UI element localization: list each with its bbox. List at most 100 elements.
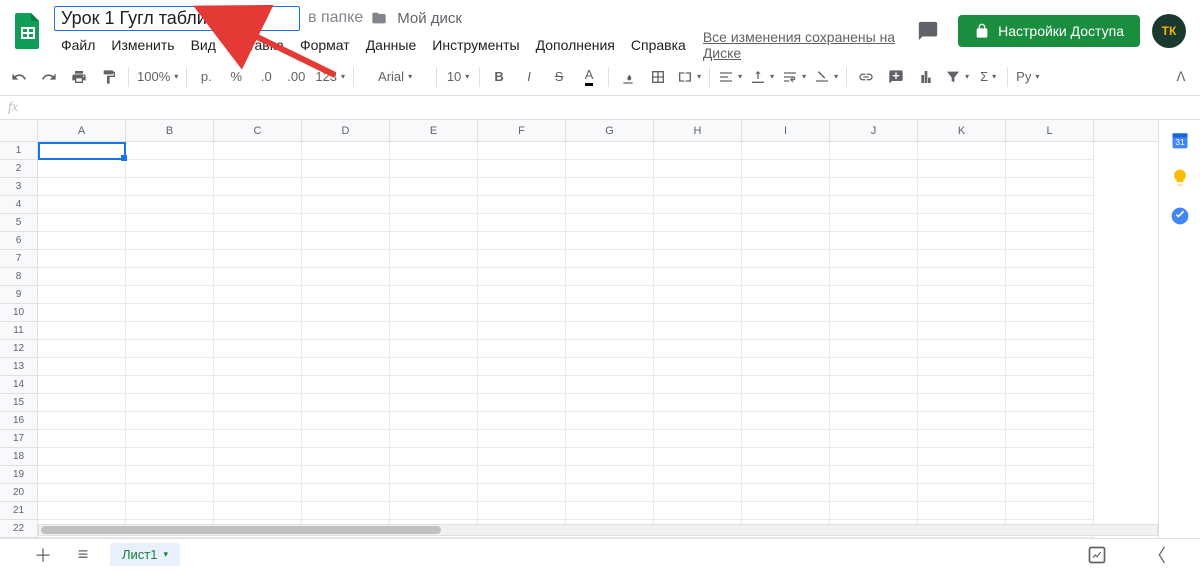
cell[interactable] xyxy=(1006,412,1094,430)
cell[interactable] xyxy=(830,322,918,340)
cell[interactable] xyxy=(302,358,390,376)
cell[interactable] xyxy=(478,412,566,430)
cell[interactable] xyxy=(126,448,214,466)
cell[interactable] xyxy=(214,286,302,304)
cell[interactable] xyxy=(742,232,830,250)
cell[interactable] xyxy=(302,232,390,250)
menu-view[interactable]: Вид xyxy=(184,35,223,55)
cell[interactable] xyxy=(390,268,478,286)
cell[interactable] xyxy=(390,394,478,412)
cell[interactable] xyxy=(126,196,214,214)
cell[interactable] xyxy=(566,160,654,178)
cell[interactable] xyxy=(918,142,1006,160)
cell[interactable] xyxy=(830,268,918,286)
cell[interactable] xyxy=(742,214,830,232)
cell[interactable] xyxy=(390,412,478,430)
row-header[interactable]: 18 xyxy=(0,448,38,466)
cell[interactable] xyxy=(830,340,918,358)
cell[interactable] xyxy=(214,376,302,394)
cell[interactable] xyxy=(126,160,214,178)
cell[interactable] xyxy=(742,160,830,178)
cell[interactable] xyxy=(214,178,302,196)
cell[interactable] xyxy=(478,178,566,196)
row-header[interactable]: 3 xyxy=(0,178,38,196)
cell[interactable] xyxy=(38,448,126,466)
cell[interactable] xyxy=(126,466,214,484)
cell[interactable] xyxy=(214,322,302,340)
col-header[interactable]: I xyxy=(742,120,830,141)
input-lang-button[interactable]: Ру xyxy=(1014,64,1041,90)
cell[interactable] xyxy=(566,394,654,412)
cell[interactable] xyxy=(390,286,478,304)
row-header[interactable]: 8 xyxy=(0,268,38,286)
menu-addons[interactable]: Дополнения xyxy=(529,35,622,55)
cell[interactable] xyxy=(566,304,654,322)
row-header[interactable]: 12 xyxy=(0,340,38,358)
row-header[interactable]: 6 xyxy=(0,232,38,250)
cell[interactable] xyxy=(214,394,302,412)
cell[interactable] xyxy=(214,484,302,502)
cell[interactable] xyxy=(1006,340,1094,358)
cell[interactable] xyxy=(742,484,830,502)
calendar-icon[interactable]: 31 xyxy=(1170,130,1190,150)
row-header[interactable]: 21 xyxy=(0,502,38,520)
cell[interactable] xyxy=(918,286,1006,304)
cell[interactable] xyxy=(478,304,566,322)
cell[interactable] xyxy=(126,304,214,322)
cell[interactable] xyxy=(126,214,214,232)
cell[interactable] xyxy=(1006,358,1094,376)
cell[interactable] xyxy=(126,232,214,250)
cell[interactable] xyxy=(390,322,478,340)
row-header[interactable]: 19 xyxy=(0,466,38,484)
cell[interactable] xyxy=(38,286,126,304)
cell[interactable] xyxy=(654,286,742,304)
cell[interactable] xyxy=(214,430,302,448)
cell[interactable] xyxy=(302,142,390,160)
menu-insert[interactable]: Вставка xyxy=(225,35,291,55)
cell[interactable] xyxy=(302,430,390,448)
cell[interactable] xyxy=(302,160,390,178)
col-header[interactable]: H xyxy=(654,120,742,141)
row-header[interactable]: 9 xyxy=(0,286,38,304)
cell[interactable] xyxy=(478,340,566,358)
cell[interactable] xyxy=(1006,448,1094,466)
cell[interactable] xyxy=(654,322,742,340)
cell[interactable] xyxy=(918,214,1006,232)
cell[interactable] xyxy=(38,232,126,250)
cell[interactable] xyxy=(566,142,654,160)
cell[interactable] xyxy=(918,196,1006,214)
cell[interactable] xyxy=(742,376,830,394)
cell[interactable] xyxy=(918,448,1006,466)
cell[interactable] xyxy=(918,178,1006,196)
cell[interactable] xyxy=(302,412,390,430)
cell[interactable] xyxy=(390,250,478,268)
italic-button[interactable]: I xyxy=(516,64,542,90)
cell[interactable] xyxy=(566,178,654,196)
cell[interactable] xyxy=(302,214,390,232)
cell[interactable] xyxy=(830,196,918,214)
menu-format[interactable]: Формат xyxy=(293,35,357,55)
cell[interactable] xyxy=(38,502,126,520)
cell[interactable] xyxy=(390,376,478,394)
cell[interactable] xyxy=(1006,376,1094,394)
cell[interactable] xyxy=(390,484,478,502)
cell[interactable] xyxy=(478,196,566,214)
cell[interactable] xyxy=(38,304,126,322)
cell[interactable] xyxy=(830,448,918,466)
col-header[interactable]: B xyxy=(126,120,214,141)
cell[interactable] xyxy=(214,232,302,250)
cell[interactable] xyxy=(566,358,654,376)
cell[interactable] xyxy=(830,394,918,412)
cell[interactable] xyxy=(38,196,126,214)
cell[interactable] xyxy=(302,376,390,394)
sheets-logo[interactable] xyxy=(8,11,48,51)
cell[interactable] xyxy=(478,160,566,178)
cell[interactable] xyxy=(38,268,126,286)
cell[interactable] xyxy=(214,160,302,178)
cell[interactable] xyxy=(478,448,566,466)
cell[interactable] xyxy=(126,430,214,448)
cell[interactable] xyxy=(654,250,742,268)
cell[interactable] xyxy=(38,142,126,160)
cell[interactable] xyxy=(918,430,1006,448)
cell[interactable] xyxy=(390,196,478,214)
